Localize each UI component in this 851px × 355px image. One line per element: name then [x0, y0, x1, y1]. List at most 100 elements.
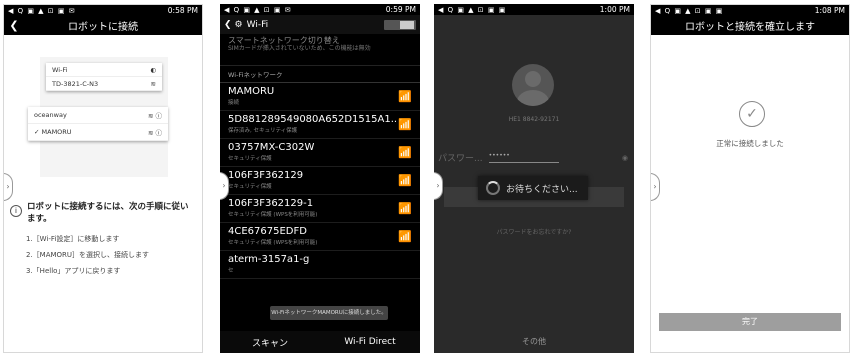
toast-message: Wi-FiネットワークMAMORUに接続しました。 — [270, 306, 388, 320]
robot-id: HE1 8842-92171 — [508, 116, 560, 123]
network-item[interactable]: 106F3F362129 セキュリティ保護 📶 — [220, 167, 420, 195]
status-bar: ◀ Q ▣ ▲ ⊡ ▣ ▣ 1:08 PM — [651, 5, 849, 16]
robot-avatar — [512, 64, 554, 106]
side-drawer-handle[interactable]: › — [434, 172, 443, 200]
network-name: 03757MX-C302W — [228, 142, 315, 153]
side-drawer-handle[interactable]: › — [651, 173, 660, 201]
status-icons: ◀ Q ▣ ▲ ⊡ ▣ ✉ — [224, 5, 292, 14]
status-icons: ◀ Q ▣ ▲ ⊡ ▣ ✉ — [8, 6, 76, 15]
wifi-toggle[interactable] — [384, 19, 416, 30]
wifi-direct-button[interactable]: Wi-Fi Direct — [320, 337, 420, 347]
network-name: 106F3F362129 — [228, 170, 304, 181]
network-row-oceanway: oceanway ≋ ⓘ — [28, 107, 168, 124]
network-item[interactable]: 106F3F362129-1 セキュリティ保護 (WPSを利用可能) 📶 — [220, 195, 420, 223]
network-item[interactable]: aterm-3157a1-g セ — [220, 251, 420, 279]
wifi-header: ❮ ⚙ Wi-Fi — [220, 15, 420, 34]
instruction-block: i ロボットに接続するには、次の手順に従います。 — [10, 201, 196, 225]
loading-text: お待ちください... — [506, 184, 578, 195]
wifi-icon: ≋ ⓘ — [147, 129, 162, 137]
smart-switch-label: スマートネットワーク切り替え — [228, 36, 340, 45]
wifi-icon: ≋ — [150, 79, 156, 88]
network-name: 106F3F362129-1 — [228, 198, 314, 209]
network-name: TD-3821-C-N3 — [52, 79, 99, 88]
network-row-mamoru: ✓ MAMORU ≋ ⓘ — [28, 124, 168, 141]
network-status: 接続 — [228, 100, 240, 106]
wifi-label: Wi-Fi — [52, 65, 68, 74]
screen-robot-login: ◀ Q ▣ ▲ ⊡ ▣ ▣ 1:00 PM HE1 8842-92171 パスワ… — [434, 4, 634, 353]
loading-spinner-icon — [486, 181, 500, 195]
toggle-icon: ◐ — [150, 65, 156, 74]
network-name: aterm-3157a1-g — [228, 254, 310, 265]
status-bar: ◀ Q ▣ ▲ ⊡ ▣ ✉ 0:58 PM — [4, 5, 202, 16]
step-item: 2.［MAMORU］を選択し、接続します — [26, 251, 150, 259]
network-row-a: TD-3821-C-N3 ≋ — [46, 77, 162, 91]
screen-connection-established: ◀ Q ▣ ▲ ⊡ ▣ ▣ 1:08 PM ロボットと接続を確立します ✓ 正常… — [650, 4, 850, 353]
step-item: 1.［Wi-Fi設定］に移動します — [26, 235, 120, 243]
network-name: MAMORU — [41, 128, 72, 136]
network-name: oceanway — [34, 111, 67, 119]
loading-dialog: お待ちください... — [478, 176, 588, 200]
network-status: セ — [228, 268, 234, 274]
title-bar: ❮ ロボットに接続 — [4, 16, 202, 35]
network-item[interactable]: 03757MX-C302W セキュリティ保護 📶 — [220, 139, 420, 167]
network-name: MAMORU — [228, 86, 275, 97]
other-option[interactable]: その他 — [434, 336, 634, 347]
done-button[interactable]: 完了 — [659, 313, 841, 331]
network-status: セキュリティ保護 (WPSを利用可能) — [228, 240, 318, 246]
wifi-signal-icon: 📶 — [398, 90, 412, 103]
wifi-lock-icon: 📶 — [398, 202, 412, 215]
side-drawer-handle[interactable]: › — [4, 173, 13, 201]
page-title: ロボットと接続を確立します — [685, 22, 815, 33]
wifi-lock-icon: 📶 — [398, 146, 412, 159]
wifi-toggle-row: Wi-Fi ◐ — [46, 63, 162, 77]
password-row: パスワー... •••••• ◉ — [438, 151, 628, 164]
status-icons: ◀ Q ▣ ▲ ⊡ ▣ ▣ — [655, 6, 724, 15]
status-time: 0:59 PM — [385, 5, 416, 14]
status-icons: ◀ Q ▣ ▲ ⊡ ▣ ▣ — [438, 5, 507, 14]
forgot-password-link[interactable]: パスワードをお忘れですか? — [434, 227, 634, 236]
section-header: Wi-Fiネットワーク — [220, 66, 420, 83]
password-field[interactable]: •••••• — [488, 152, 559, 163]
wifi-icon: ≋ ⓘ — [147, 112, 162, 120]
network-name: 4CE67675EDFD — [228, 226, 307, 237]
gear-icon: ⚙ — [234, 19, 243, 30]
step-item: 3.「Hello」アプリに戻ります — [26, 267, 121, 275]
page-title: ロボットに接続 — [68, 22, 138, 33]
wifi-lock-icon: 📶 — [398, 230, 412, 243]
network-status: セキュリティ保護 — [228, 184, 272, 190]
status-bar: ◀ Q ▣ ▲ ⊡ ▣ ▣ 1:00 PM — [434, 4, 634, 15]
instruction-text: ロボットに接続するには、次の手順に従います。 — [27, 202, 189, 224]
bottom-action-bar: スキャン Wi-Fi Direct — [220, 331, 420, 353]
status-time: 0:58 PM — [167, 6, 198, 15]
network-status: セキュリティ保護 — [228, 156, 272, 162]
screen-connect-robot: ◀ Q ▣ ▲ ⊡ ▣ ✉ 0:58 PM ❮ ロボットに接続 Wi-Fi ◐ … — [3, 4, 203, 353]
title-bar: ロボットと接続を確立します — [651, 16, 849, 35]
success-message: 正常に接続しました — [716, 139, 784, 148]
smart-network-switch: スマートネットワーク切り替え SIMカードが挿入されていないため、この機能は無効 — [220, 34, 420, 66]
network-status: セキュリティ保護 (WPSを利用可能) — [228, 212, 318, 218]
instruction-steps: 1.［Wi-Fi設定］に移動します 2.［MAMORU］を選択し、接続します 3… — [26, 231, 149, 279]
network-name-selected: ✓ MAMORU — [34, 128, 72, 136]
eye-icon[interactable]: ◉ — [622, 154, 628, 162]
wifi-instruction-illustration: Wi-Fi ◐ TD-3821-C-N3 ≋ oceanway ≋ ⓘ ✓ MA… — [28, 57, 168, 177]
password-label: パスワー... — [438, 154, 483, 164]
scan-button[interactable]: スキャン — [220, 336, 320, 349]
page-title: Wi-Fi — [246, 19, 269, 30]
screen-wifi-settings: ◀ Q ▣ ▲ ⊡ ▣ ✉ 0:59 PM ❮ ⚙ Wi-Fi スマートネットワ… — [220, 4, 420, 353]
network-list-card: oceanway ≋ ⓘ ✓ MAMORU ≋ ⓘ — [28, 107, 168, 141]
network-item[interactable]: 5D881289549080A652D1515A1... 保存済み, セキュリテ… — [220, 111, 420, 139]
network-item[interactable]: MAMORU 接続 📶 — [220, 83, 420, 111]
wifi-settings-card: Wi-Fi ◐ TD-3821-C-N3 ≋ — [46, 63, 162, 91]
check-circle-icon: ✓ — [739, 101, 765, 127]
smart-switch-desc: SIMカードが挿入されていないため、この機能は無効 — [228, 45, 371, 52]
wifi-lock-icon: 📶 — [398, 118, 412, 131]
status-time: 1:08 PM — [814, 6, 845, 15]
network-status: 保存済み, セキュリティ保護 — [228, 128, 298, 134]
network-item[interactable]: 4CE67675EDFD セキュリティ保護 (WPSを利用可能) 📶 — [220, 223, 420, 251]
status-time: 1:00 PM — [599, 5, 630, 14]
status-bar: ◀ Q ▣ ▲ ⊡ ▣ ✉ 0:59 PM — [220, 4, 420, 15]
back-arrow-icon[interactable]: ❮ — [4, 19, 24, 32]
back-arrow-icon[interactable]: ❮ — [224, 20, 232, 30]
wifi-lock-icon: 📶 — [398, 174, 412, 187]
network-name: 5D881289549080A652D1515A1... — [228, 114, 398, 125]
